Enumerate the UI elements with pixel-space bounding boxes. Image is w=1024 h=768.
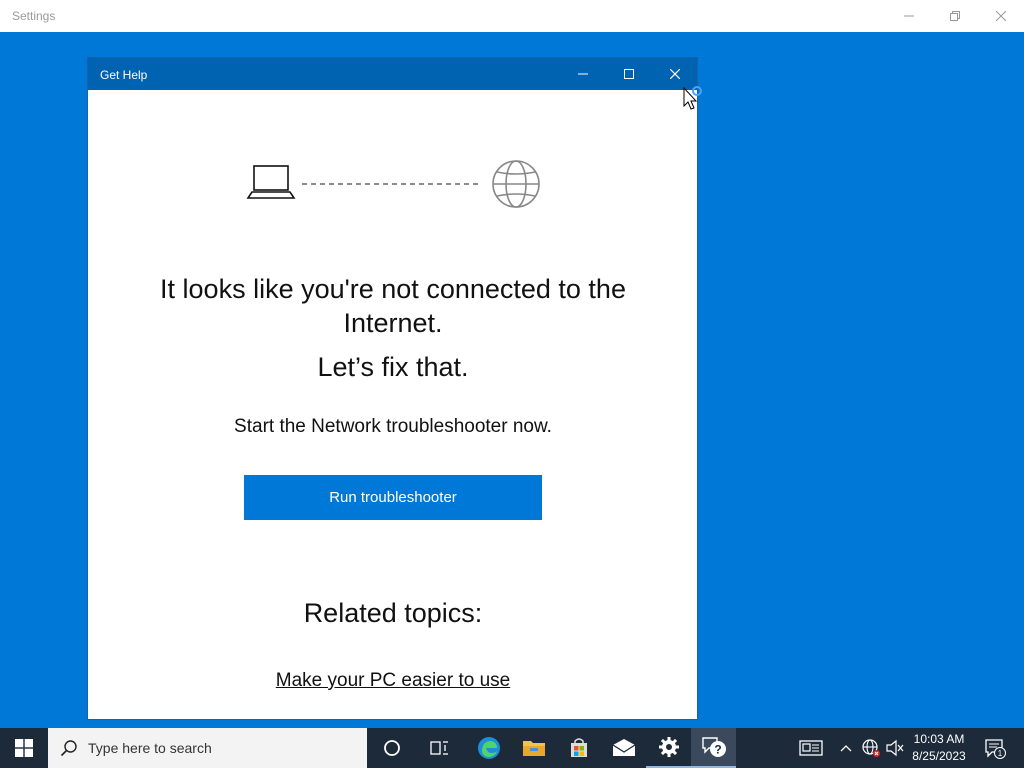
store-icon	[570, 738, 587, 757]
volume-tray-button[interactable]	[884, 728, 906, 768]
run-troubleshooter-button[interactable]: Run troubleshooter	[244, 475, 542, 520]
minimize-icon	[578, 73, 588, 75]
get-help-window: Get Help It looks like you're not connec…	[87, 57, 698, 720]
network-icon	[862, 739, 880, 757]
taskbar-clock[interactable]: 10:03 AM 8/25/2023	[908, 731, 970, 765]
minimize-icon	[904, 15, 914, 17]
svg-text:?: ?	[714, 743, 721, 757]
news-button[interactable]	[794, 728, 828, 768]
clock-date: 8/25/2023	[912, 749, 966, 763]
edge-icon	[477, 737, 500, 759]
clock-time: 10:03 AM	[913, 732, 965, 746]
cortana-icon	[383, 740, 400, 756]
settings-minimize-button[interactable]	[886, 0, 932, 32]
close-icon	[670, 69, 680, 79]
cortana-button[interactable]	[369, 728, 414, 768]
mail-button[interactable]	[601, 728, 646, 768]
close-icon	[996, 11, 1006, 21]
notification-count: 1	[998, 749, 1003, 758]
edge-button[interactable]	[466, 728, 511, 768]
store-button[interactable]	[556, 728, 601, 768]
settings-close-button[interactable]	[978, 0, 1024, 32]
get-help-taskbar-button[interactable]: ?	[691, 728, 736, 768]
network-illustration	[246, 160, 540, 208]
chevron-up-icon	[840, 745, 852, 752]
mail-icon	[612, 739, 635, 756]
laptop-icon	[246, 165, 296, 199]
settings-taskbar-button[interactable]	[646, 728, 691, 768]
network-tray-button[interactable]	[859, 728, 883, 768]
volume-muted-icon	[886, 739, 904, 757]
related-topics-title: Related topics:	[303, 598, 483, 628]
taskbar: Type here to search ? 10:03 AM 8/25/2023…	[0, 728, 1024, 768]
globe-icon	[492, 160, 540, 208]
taskbar-search-box[interactable]: Type here to search	[48, 728, 367, 768]
get-help-maximize-button[interactable]	[606, 58, 652, 90]
get-help-minimize-button[interactable]	[560, 58, 606, 90]
settings-titlebar: Settings	[0, 0, 1024, 32]
settings-window-title: Settings	[12, 9, 56, 23]
mouse-cursor-icon	[683, 86, 702, 110]
get-help-icon: ?	[701, 737, 726, 757]
windows-logo-icon	[15, 739, 33, 757]
headline: It looks like you're not connected to th…	[160, 274, 626, 338]
related-topic-link[interactable]: Make your PC easier to use	[118, 670, 668, 692]
search-placeholder: Type here to search	[88, 740, 212, 756]
subheadline: Let’s fix that.	[317, 352, 469, 382]
settings-restore-button[interactable]	[932, 0, 978, 32]
file-explorer-icon	[522, 741, 545, 756]
action-center-button[interactable]: 1	[978, 728, 1012, 768]
restore-icon	[950, 11, 960, 21]
description-text: Start the Network troubleshooter now.	[234, 416, 552, 437]
notification-icon: 1	[985, 739, 1006, 759]
settings-icon	[658, 737, 679, 757]
maximize-icon	[624, 69, 634, 79]
file-explorer-button[interactable]	[511, 728, 556, 768]
search-icon	[60, 740, 77, 757]
get-help-window-title: Get Help	[100, 68, 148, 82]
news-icon	[799, 740, 823, 756]
task-view-icon	[429, 741, 448, 755]
show-hidden-icons-button[interactable]	[836, 728, 856, 768]
get-help-titlebar: Get Help	[88, 58, 697, 90]
start-button[interactable]	[0, 728, 48, 768]
task-view-button[interactable]	[416, 728, 461, 768]
